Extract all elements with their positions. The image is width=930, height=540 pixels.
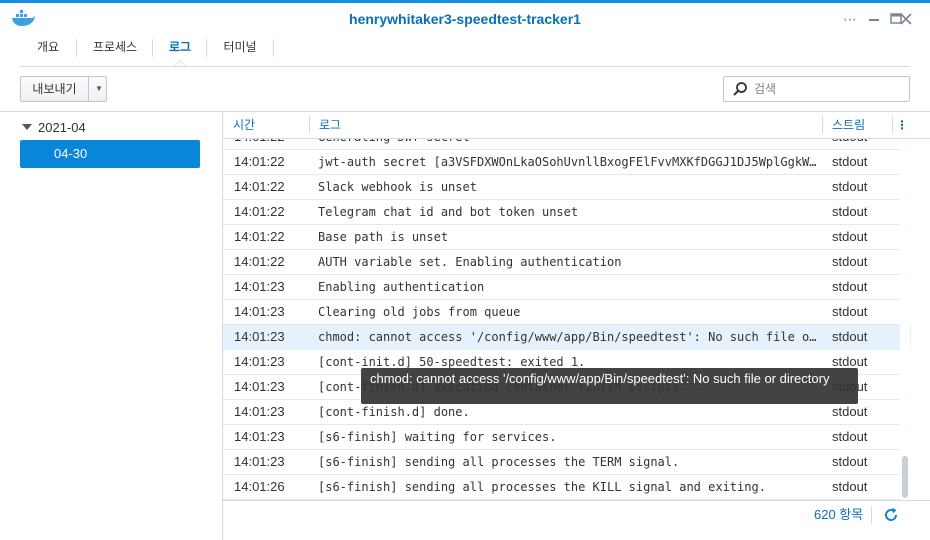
cell-time: 14:01:23 [234,454,285,469]
cell-time: 14:01:23 [234,304,285,319]
cell-stream: stdout [832,204,868,219]
log-rows: 14:01:22 Generating JWT secret stdout 14… [223,139,911,500]
column-divider [892,116,893,134]
close-icon[interactable] [896,9,916,29]
cell-stream: stdout [832,479,868,494]
search-icon [733,82,747,96]
table-row[interactable]: 14:01:23 Clearing old jobs from queue stdo… [223,300,911,325]
tab-divider [152,39,153,57]
item-count: 620 항목 [814,507,864,522]
cell-time: 14:01:23 [234,404,285,419]
cell-time: 14:01:22 [234,139,285,149]
table-row-partial[interactable]: 14:01:22 Generating JWT secret stdout [223,139,911,150]
tab-divider [76,39,77,57]
log-grid: 시간 로그 스트림 ⋮ 14:01:22 Generating JWT secr… [223,112,930,500]
cell-stream: stdout [832,454,868,469]
tab-overview[interactable]: 개요 [26,35,70,66]
scrollbar-thumb[interactable] [902,456,908,498]
table-row[interactable]: 14:01:22 AUTH variable set. Enabling auth… [223,250,911,275]
cell-time: 14:01:26 [234,479,285,494]
tab-terminal[interactable]: 터미널 [212,35,268,66]
cell-time: 14:01:22 [234,204,285,219]
cell-stream: stdout [832,139,867,149]
title-bar[interactable]: henrywhitaker3-speedtest-tracker1 ⋯ [0,3,930,35]
cell-time: 14:01:22 [234,254,285,269]
cell-time: 14:01:23 [234,279,285,294]
cell-stream: stdout [832,229,868,244]
tab-divider [206,39,207,57]
grid-header: 시간 로그 스트림 ⋮ [223,112,930,139]
table-row[interactable]: 14:01:23 chmod: cannot access '/config/ww… [223,325,911,350]
cell-stream: stdout [832,429,868,444]
log-tooltip: chmod: cannot access '/config/www/app/Bi… [361,368,858,404]
cell-time: 14:01:22 [234,154,285,169]
tab-processes[interactable]: 프로세스 [82,35,148,66]
tab-divider [273,39,274,57]
cell-stream: stdout [832,329,868,344]
table-row[interactable]: 14:01:22 Base path is unset stdout [223,225,911,250]
tree-month-node[interactable]: 2021-04 [22,119,86,137]
table-row[interactable]: 14:01:23 [s6-finish] sending all processe… [223,450,911,475]
cell-stream: stdout [832,179,868,194]
tree-month-label: 2021-04 [38,120,86,135]
export-button[interactable]: 내보내기 ▼ [20,76,107,102]
export-button-label[interactable]: 내보내기 [21,77,88,101]
cell-time: 14:01:23 [234,329,285,344]
table-row[interactable]: 14:01:26 [s6-finish] sending all processe… [223,475,911,500]
search-input[interactable] [754,79,904,99]
cell-time: 14:01:23 [234,379,285,394]
tree-day-node-selected[interactable]: 04-30 [20,140,200,168]
column-header-stream[interactable]: 스트림 [822,112,892,138]
cell-log: Slack webhook is unset [318,180,477,194]
table-row[interactable]: 14:01:23 [s6-finish] waiting for services… [223,425,911,450]
search-box[interactable] [723,76,910,102]
cell-log: AUTH variable set. Enabling authenticati… [318,255,622,269]
cell-log: jwt-auth secret [a3VSFDXWOnLkaOSohUvnllB… [318,155,818,169]
refresh-icon[interactable] [881,505,901,525]
cell-stream: stdout [832,304,868,319]
cell-log: Clearing old jobs from queue [318,305,521,319]
cell-time: 14:01:22 [234,179,285,194]
cell-stream: stdout [832,254,868,269]
cell-time: 14:01:22 [234,229,285,244]
cell-stream: stdout [832,279,868,294]
cell-time: 14:01:23 [234,354,285,369]
table-row[interactable]: 14:01:22 Slack webhook is unset stdout [223,175,911,200]
cell-log: chmod: cannot access '/config/www/app/Bi… [318,330,818,344]
more-icon[interactable]: ⋯ [840,9,860,29]
cell-log: Base path is unset [318,230,449,244]
tab-bar: 개요 프로세스 로그 터미널 [20,35,910,67]
grid-footer: 620 항목 [223,500,930,540]
cell-log: [s6-finish] waiting for services. [318,430,557,444]
table-row[interactable]: 14:01:22 Telegram chat id and bot token u… [223,200,911,225]
cell-log: [s6-finish] sending all processes the TE… [318,455,680,469]
expand-caret-icon[interactable] [22,124,32,130]
column-header-log[interactable]: 로그 [309,112,821,138]
column-menu-icon[interactable]: ⋮ [895,112,909,138]
chevron-down-icon[interactable]: ▼ [93,77,105,101]
cell-log: Telegram chat id and bot token unset [318,205,579,219]
minimize-icon[interactable] [864,9,884,29]
cell-log: Enabling authentication [318,280,485,294]
cell-log: [s6-finish] sending all processes the KI… [318,480,766,494]
cell-time: 14:01:23 [234,429,285,444]
cell-stream: stdout [832,154,868,169]
grid-scrollbar[interactable] [900,140,910,500]
export-button-divider [88,77,89,101]
cell-log: Generating JWT secret [318,139,818,149]
table-row[interactable]: 14:01:22 jwt-auth secret [a3VSFDXWOnLkaOS… [223,150,911,175]
window-title: henrywhitaker3-speedtest-tracker1 [349,11,581,27]
table-row[interactable]: 14:01:23 Enabling authentication stdout [223,275,911,300]
date-tree: 2021-04 04-30 [0,112,222,540]
footer-divider [871,506,872,524]
active-tab-indicator [174,60,186,66]
column-header-time[interactable]: 시간 [223,112,309,138]
